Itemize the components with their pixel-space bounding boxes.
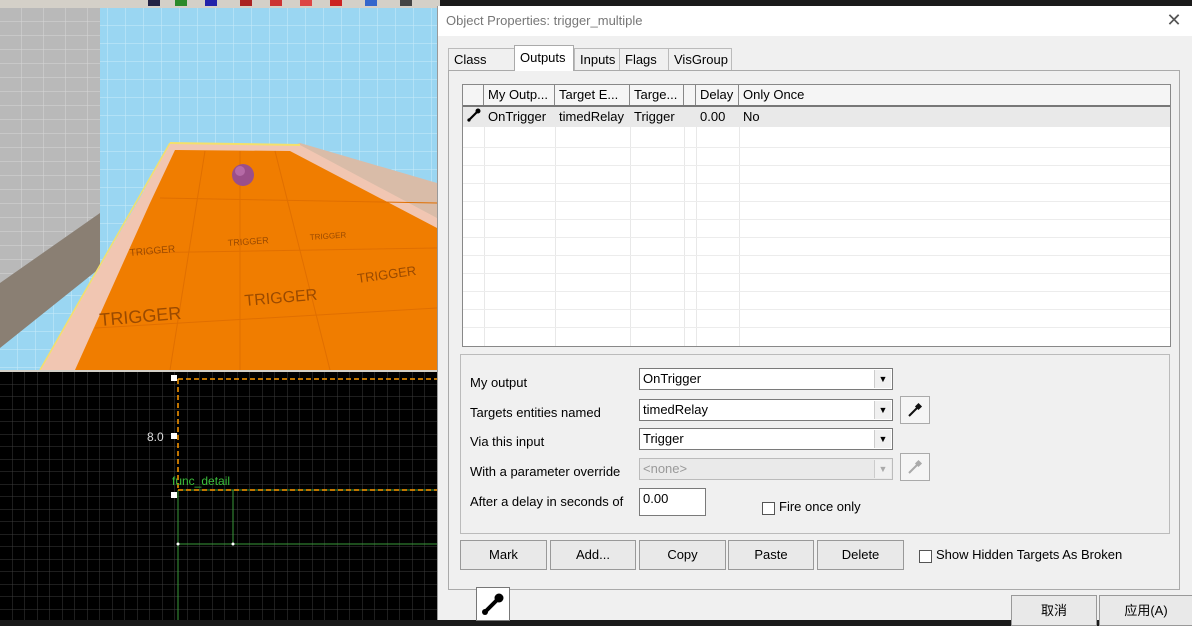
toolbar-icon[interactable] [175, 0, 187, 6]
list-header: My Outp... Target E... Targe... Delay On… [463, 85, 1170, 107]
close-icon[interactable]: ✕ [1165, 10, 1183, 30]
cell-my-output: OnTrigger [488, 109, 547, 124]
chevron-down-icon[interactable]: ▼ [874, 460, 891, 478]
toolbar-icon[interactable] [148, 0, 160, 6]
my-output-label: My output [470, 375, 528, 390]
eyedropper-icon [908, 459, 923, 474]
param-override-combo[interactable]: <none> ▼ [639, 458, 893, 480]
eyedropper-icon [908, 402, 923, 417]
tab-visgroup[interactable]: VisGroup [668, 48, 732, 70]
tab-outputs[interactable]: Outputs [514, 45, 574, 71]
cell-delay: 0.00 [700, 109, 726, 124]
eyedropper-button[interactable] [900, 396, 930, 424]
tab-class-info[interactable]: Class Info [448, 48, 517, 88]
toolbar-icon[interactable] [365, 0, 377, 6]
cell-target-input: Trigger [634, 109, 675, 124]
outputs-list[interactable]: My Outp... Target E... Targe... Delay On… [462, 84, 1171, 347]
targets-value: timedRelay [643, 402, 709, 417]
entity-label: func_detail [172, 474, 230, 488]
delay-input[interactable]: 0.00 [639, 488, 706, 516]
size-label: 8.0 [147, 430, 164, 444]
chevron-down-icon[interactable]: ▼ [874, 370, 891, 388]
via-input-value: Trigger [643, 431, 684, 446]
2d-viewport[interactable]: 8.0 func_detail [0, 372, 437, 620]
fire-once-checkbox[interactable] [762, 502, 775, 515]
tab-label: VisGroup [674, 52, 728, 67]
3d-scene: TRIGGER TRIGGER TRIGGER TRIGGER TRIGGER … [0, 8, 437, 370]
show-hidden-label: Show Hidden Targets As Broken [936, 547, 1123, 562]
paste-button[interactable]: Paste [728, 540, 814, 570]
eyedropper-button-disabled[interactable] [900, 453, 930, 481]
chevron-down-icon[interactable]: ▼ [874, 401, 891, 419]
column-header-target-input[interactable]: Targe... [630, 85, 684, 105]
via-input-combo[interactable]: Trigger ▼ [639, 428, 893, 450]
fire-once-label: Fire once only [779, 499, 861, 514]
toolbar-icon[interactable] [300, 0, 312, 6]
cancel-button[interactable]: 取消 [1011, 595, 1097, 626]
targets-combo[interactable]: timedRelay ▼ [639, 399, 893, 421]
object-properties-dialog: Object Properties: trigger_multiple ✕ Cl… [437, 6, 1192, 626]
via-input-label: Via this input [470, 434, 545, 449]
tab-inputs[interactable]: Inputs [574, 48, 622, 70]
column-header-icon[interactable] [463, 85, 484, 105]
column-header-my-output[interactable]: My Outp... [484, 85, 555, 105]
mark-button[interactable]: Mark [460, 540, 547, 570]
2d-grid: 8.0 func_detail [0, 372, 437, 620]
column-header-parameter[interactable] [684, 85, 696, 105]
delete-button[interactable]: Delete [817, 540, 904, 570]
outputs-panel: My Outp... Target E... Targe... Delay On… [448, 70, 1180, 590]
column-header-delay[interactable]: Delay [696, 85, 739, 105]
show-hidden-checkbox[interactable] [919, 550, 932, 563]
targets-label: Targets entities named [470, 405, 601, 420]
cell-only-once: No [743, 109, 760, 124]
output-connection-icon [482, 593, 504, 615]
toolbar-icon[interactable] [240, 0, 252, 6]
cell-target-entity: timedRelay [559, 109, 625, 124]
copy-button[interactable]: Copy [639, 540, 726, 570]
3d-viewport[interactable]: TRIGGER TRIGGER TRIGGER TRIGGER TRIGGER … [0, 8, 437, 370]
column-header-only-once[interactable]: Only Once [739, 85, 1170, 105]
toolbar-icon[interactable] [330, 0, 342, 6]
entity-icon-box [476, 587, 510, 621]
my-output-value: OnTrigger [643, 371, 702, 386]
delay-label: After a delay in seconds of [470, 494, 624, 509]
output-edit-group: My output OnTrigger ▼ Targets entities n… [460, 354, 1170, 534]
toolbar-icon[interactable] [205, 0, 217, 6]
chevron-down-icon[interactable]: ▼ [874, 430, 891, 448]
my-output-combo[interactable]: OnTrigger ▼ [639, 368, 893, 390]
output-connection-icon [463, 107, 484, 127]
table-row[interactable]: OnTrigger timedRelay Trigger 0.00 No [463, 107, 1170, 127]
toolbar-icon[interactable] [270, 0, 282, 6]
column-header-target-entity[interactable]: Target E... [555, 85, 630, 105]
param-override-value: <none> [643, 461, 688, 476]
add-button[interactable]: Add... [550, 540, 636, 570]
tab-flags[interactable]: Flags [619, 48, 669, 70]
param-override-label: With a parameter override [470, 464, 621, 479]
tab-label: Inputs [580, 52, 616, 67]
tab-label: Flags [625, 52, 657, 67]
toolbar-icon[interactable] [400, 0, 412, 6]
delay-value: 0.00 [643, 491, 669, 506]
dialog-title: Object Properties: trigger_multiple [446, 13, 643, 28]
dialog-titlebar[interactable]: Object Properties: trigger_multiple ✕ [438, 6, 1192, 36]
apply-button[interactable]: 应用(A) [1099, 595, 1192, 626]
tab-label: Outputs [520, 50, 566, 65]
